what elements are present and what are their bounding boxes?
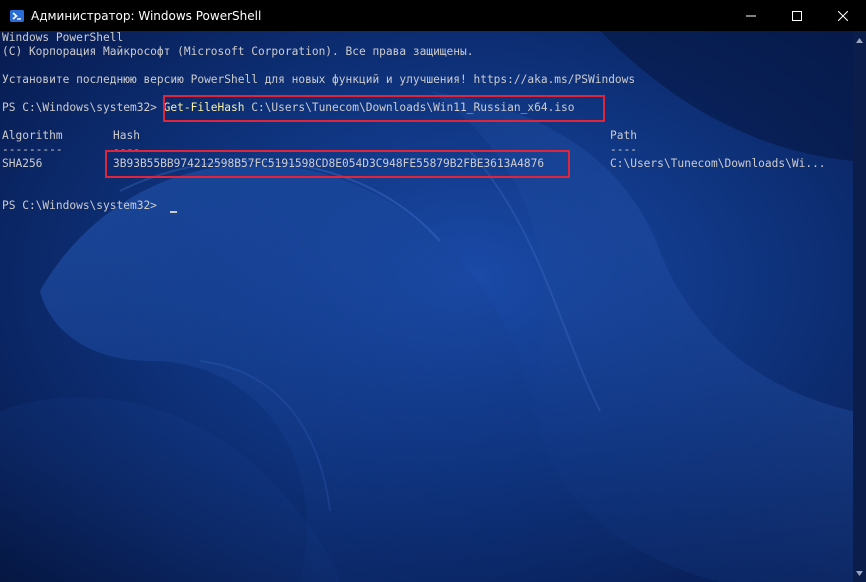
chevron-up-icon xyxy=(856,37,863,43)
hash-highlight-box xyxy=(105,150,570,178)
header-path: Path xyxy=(610,129,637,142)
banner-line-1: Windows PowerShell xyxy=(2,31,124,44)
current-prompt: PS C:\Windows\system32> xyxy=(2,199,164,212)
command-highlight-box xyxy=(163,95,605,122)
powershell-icon xyxy=(10,9,24,22)
close-button[interactable] xyxy=(820,0,866,31)
vertical-scrollbar[interactable] xyxy=(853,31,866,582)
text-cursor xyxy=(170,211,177,213)
caption-buttons xyxy=(728,0,866,31)
update-notice: Установите последнюю версию PowerShell д… xyxy=(2,73,636,86)
header-hash: Hash xyxy=(113,129,140,142)
scroll-up-arrow[interactable] xyxy=(853,33,866,47)
powershell-window: Администратор: Windows PowerShell Window… xyxy=(0,0,866,582)
close-icon xyxy=(838,10,848,21)
maximize-button[interactable] xyxy=(774,0,820,31)
prompt: PS C:\Windows\system32> xyxy=(2,101,164,114)
chevron-down-icon xyxy=(856,570,863,576)
console-output: Windows PowerShell (C) Корпорация Майкро… xyxy=(2,31,826,339)
minimize-button[interactable] xyxy=(728,0,774,31)
separator-path: ---- xyxy=(610,143,637,156)
maximize-icon xyxy=(792,10,802,21)
banner-line-2: (C) Корпорация Майкрософт (Microsoft Cor… xyxy=(2,45,474,58)
scroll-down-arrow[interactable] xyxy=(853,566,866,580)
minimize-icon xyxy=(746,15,756,16)
row-path: C:\Users\Tunecom\Downloads\Wi... xyxy=(610,157,826,170)
title-bar[interactable]: Администратор: Windows PowerShell xyxy=(0,0,866,31)
row-algorithm: SHA256 xyxy=(2,157,43,170)
header-algorithm: Algorithm xyxy=(2,129,63,142)
window-title: Администратор: Windows PowerShell xyxy=(31,8,262,23)
separator-algorithm: --------- xyxy=(2,143,63,156)
